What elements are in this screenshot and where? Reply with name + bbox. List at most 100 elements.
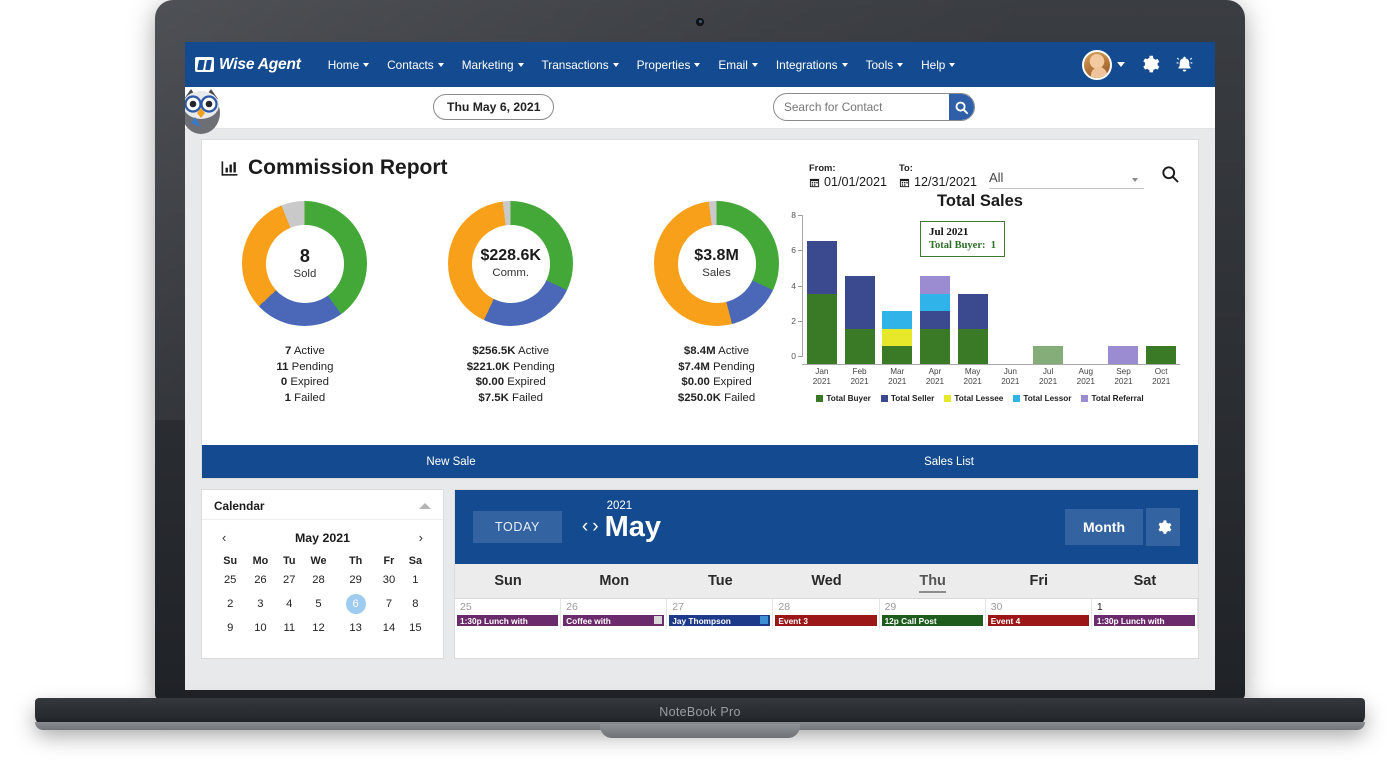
today-button[interactable]: TODAY	[473, 511, 562, 543]
chevron-down-icon	[613, 63, 619, 67]
calendar-event-chip[interactable]: Coffee with	[563, 615, 664, 626]
stacked-bar[interactable]	[807, 241, 837, 364]
nav-item-home[interactable]: Home	[319, 42, 378, 87]
stacked-bar[interactable]	[1146, 346, 1176, 364]
nav-item-contacts[interactable]: Contacts	[378, 42, 453, 87]
mini-day-cell[interactable]: 1	[402, 570, 429, 590]
collapse-icon[interactable]	[419, 503, 431, 509]
sales-list-button[interactable]: Sales List	[700, 445, 1198, 478]
mini-day-cell[interactable]: 3	[244, 590, 276, 618]
bar-slot[interactable]	[878, 223, 916, 364]
tooltip-label: Total Buyer:	[929, 240, 986, 251]
mini-day-cell[interactable]: 4	[276, 590, 302, 618]
month-view-button[interactable]: Month	[1065, 509, 1143, 545]
calendar-day-cell[interactable]: 11:30p Lunch with	[1092, 599, 1198, 629]
search-report-icon[interactable]	[1160, 164, 1180, 189]
nav-item-help[interactable]: Help	[912, 42, 964, 87]
mini-day-cell[interactable]: 10	[244, 618, 276, 638]
next-month-button[interactable]: ›	[413, 530, 429, 545]
bar-slot[interactable]	[1067, 223, 1105, 364]
bar-slot[interactable]	[841, 223, 879, 364]
notifications-bell-icon[interactable]	[1174, 54, 1195, 75]
bar-slot[interactable]	[803, 223, 841, 364]
calendar-event-chip[interactable]: 1:30p Lunch with	[1094, 615, 1195, 626]
mini-calendar-card: Calendar ‹ May 2021 › SuMoTuWeThFrSa	[201, 489, 444, 659]
search-input[interactable]	[774, 94, 949, 120]
chevron-down-icon	[842, 63, 848, 67]
bar-slot[interactable]	[1105, 223, 1143, 364]
mini-day-cell[interactable]: 26	[244, 570, 276, 590]
bar-slot[interactable]	[1029, 223, 1067, 364]
user-menu[interactable]	[1082, 50, 1125, 80]
mini-day-cell[interactable]: 2	[216, 590, 244, 618]
mini-day-cell[interactable]: 14	[376, 618, 402, 638]
calendar-day-cell[interactable]: 28Event 3	[773, 599, 879, 629]
calendar-day-number: 25	[455, 601, 560, 613]
calendar-day-cell[interactable]: 30Event 4	[986, 599, 1092, 629]
calendar-day-cell[interactable]: 26Coffee with	[561, 599, 667, 629]
stacked-bar[interactable]	[845, 276, 875, 364]
mini-day-cell[interactable]: 27	[276, 570, 302, 590]
settings-gear-icon[interactable]	[1139, 54, 1160, 75]
mini-day-cell[interactable]: 9	[216, 618, 244, 638]
bar-slot[interactable]	[1142, 223, 1180, 364]
to-date-filter[interactable]: To: 12/31/2021	[899, 162, 977, 189]
wise-agent-logo[interactable]: Wise Agent	[195, 56, 301, 74]
from-date-filter[interactable]: From: 01/01/2021	[809, 162, 887, 189]
to-value: 12/31/2021	[899, 175, 977, 189]
stacked-bar[interactable]	[920, 276, 950, 364]
nav-item-integrations[interactable]: Integrations	[767, 42, 857, 87]
calendar-day-cell[interactable]: 25 1:30p Lunch with	[455, 599, 561, 629]
search-button[interactable]	[949, 94, 974, 120]
nav-item-transactions[interactable]: Transactions	[533, 42, 628, 87]
stacked-bar[interactable]	[958, 294, 988, 365]
calendar-event-chip[interactable]: 1:30p Lunch with	[457, 615, 558, 626]
legend-item[interactable]: Total Seller	[881, 394, 935, 403]
stacked-bar[interactable]	[1108, 346, 1138, 364]
mini-day-cell[interactable]: 8	[402, 590, 429, 618]
mini-day-cell[interactable]: 30	[376, 570, 402, 590]
calendar-next-button[interactable]: ›	[592, 516, 598, 538]
mini-day-cell[interactable]: 12	[302, 618, 335, 638]
calendar-day-cell[interactable]: 2912p Call Post	[880, 599, 986, 629]
mini-day-cell[interactable]: 5	[302, 590, 335, 618]
report-type-select[interactable]: All	[989, 170, 1144, 189]
nav-item-tools[interactable]: Tools	[857, 42, 913, 87]
stacked-bar[interactable]	[1033, 346, 1063, 364]
calendar-event-chip[interactable]: Jay Thompson	[669, 615, 770, 626]
prev-month-button[interactable]: ‹	[216, 530, 232, 545]
bar-segment	[958, 329, 988, 364]
legend-item[interactable]: Total Lessor	[1013, 394, 1071, 403]
nav-item-email[interactable]: Email	[709, 42, 767, 87]
legend-item[interactable]: Total Referral	[1081, 394, 1143, 403]
mini-day-cell[interactable]: 25	[216, 570, 244, 590]
mini-day-cell[interactable]: 29	[335, 570, 376, 590]
new-sale-button[interactable]: New Sale	[202, 445, 700, 478]
calendar-day-cell[interactable]: 27 Jay Thompson	[667, 599, 773, 629]
mini-day-cell[interactable]: 7	[376, 590, 402, 618]
mini-day-cell[interactable]: 28	[302, 570, 335, 590]
bar-segment	[920, 276, 950, 294]
kpi-stats: $8.4M Active $7.4M Pending $0.00 Expired…	[678, 344, 755, 406]
calendar-settings-gear-icon[interactable]	[1146, 508, 1180, 546]
to-date-text: 12/31/2021	[914, 175, 977, 189]
calendar-event-chip[interactable]: Event 3	[775, 615, 876, 626]
legend-item[interactable]: Total Lessee	[944, 394, 1003, 403]
mini-day-cell[interactable]: 13	[335, 618, 376, 638]
legend-item[interactable]: Total Buyer	[816, 394, 870, 403]
nav-item-marketing[interactable]: Marketing	[453, 42, 533, 87]
mini-day-cell[interactable]: 6	[335, 590, 376, 618]
stat-active: $8.4M Active	[678, 344, 755, 360]
stacked-bar[interactable]	[882, 311, 912, 364]
calendar-event-chip[interactable]: 12p Call Post	[882, 615, 983, 626]
current-date-pill[interactable]: Thu May 6, 2021	[433, 94, 554, 120]
calendar-event-chip[interactable]: Event 4	[988, 615, 1089, 626]
donut-value: 8	[300, 247, 310, 266]
nav-item-properties[interactable]: Properties	[628, 42, 710, 87]
legend-swatch	[1081, 395, 1088, 402]
mini-day-cell[interactable]: 15	[402, 618, 429, 638]
weekday-label: Tue	[708, 573, 733, 589]
calendar-prev-button[interactable]: ‹	[582, 516, 588, 538]
calendar-day-number: 27	[667, 601, 772, 613]
mini-day-cell[interactable]: 11	[276, 618, 302, 638]
